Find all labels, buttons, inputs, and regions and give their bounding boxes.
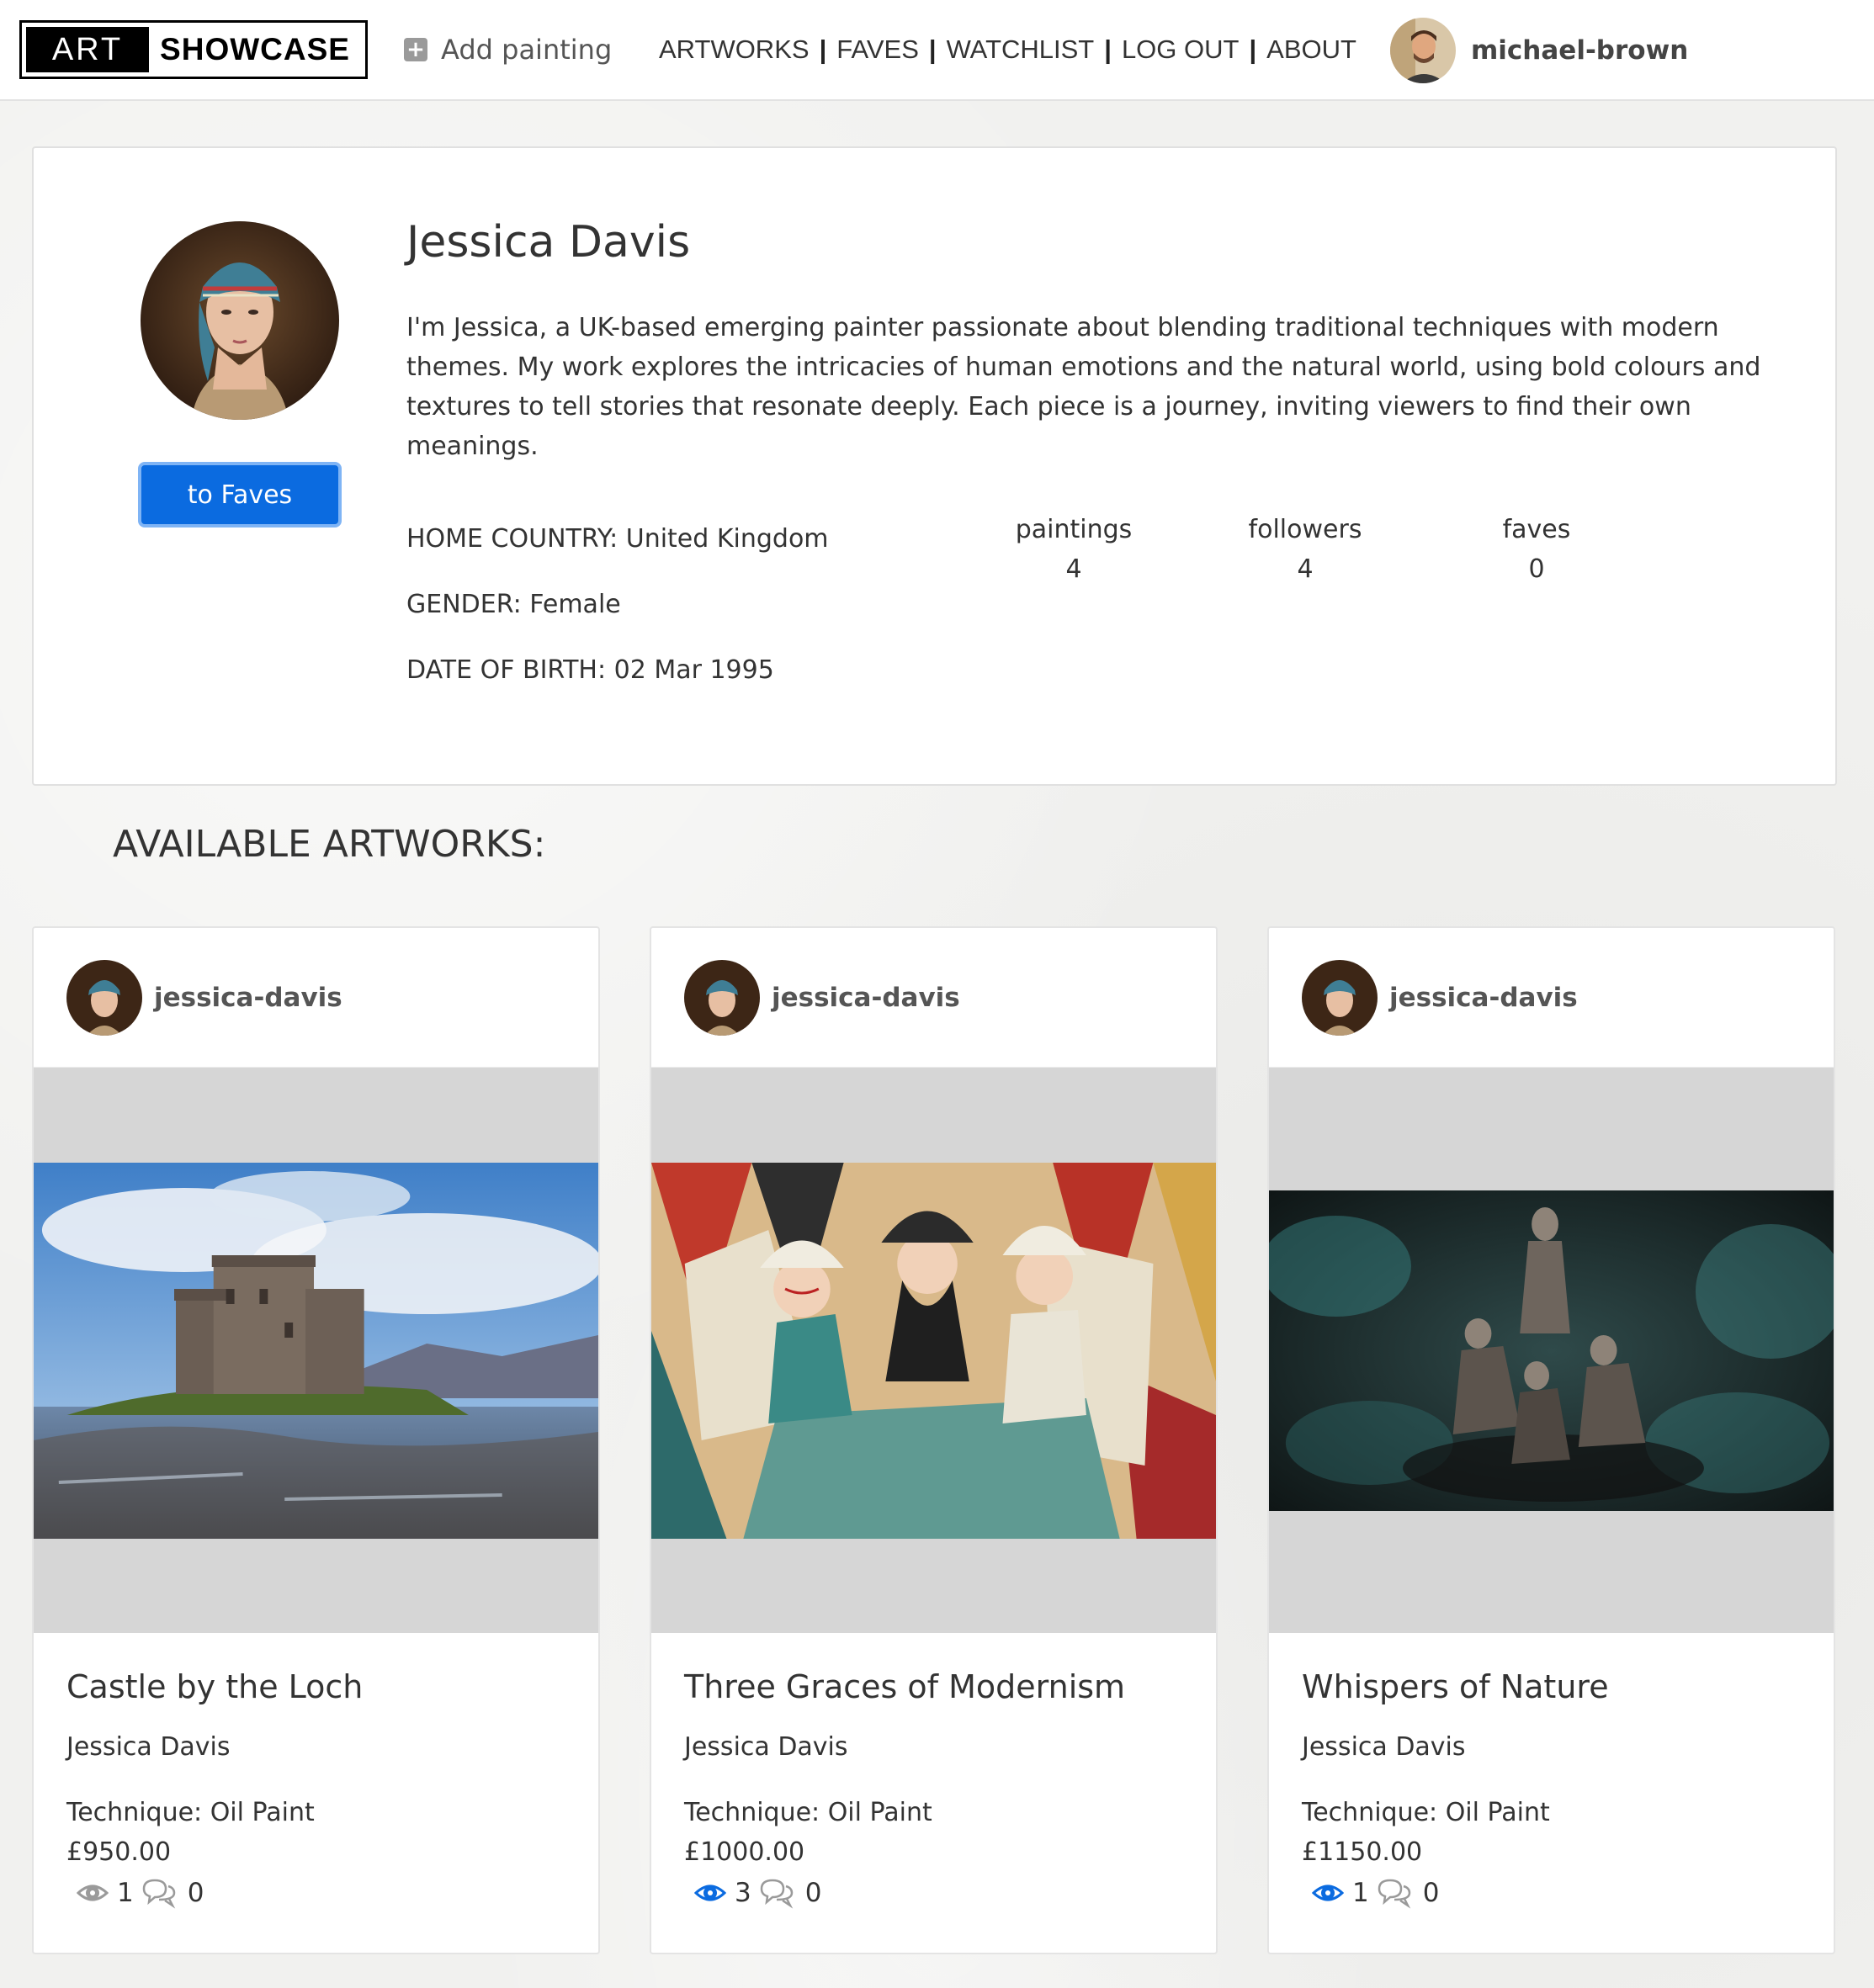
nav-links: ARTWORKS | FAVES | WATCHLIST | LOG OUT |… xyxy=(659,30,1356,69)
comment-icon[interactable] xyxy=(1376,1877,1413,1909)
logo-showcase-text: SHOWCASE xyxy=(160,32,350,66)
comment-icon[interactable] xyxy=(758,1877,795,1909)
eye-icon[interactable] xyxy=(77,1877,109,1909)
artwork-stats: 3 0 xyxy=(694,1877,821,1909)
nav-separator: | xyxy=(928,34,937,64)
comment-icon[interactable] xyxy=(141,1877,178,1909)
stat-value: 0 xyxy=(1528,554,1545,584)
artist-avatar[interactable] xyxy=(1302,959,1378,1036)
artist-username[interactable]: jessica-davis xyxy=(772,983,960,1013)
stat-value: 4 xyxy=(1065,554,1082,584)
stat-paintings: paintings 4 xyxy=(990,510,1158,589)
site-logo[interactable]: ART SHOWCASE xyxy=(19,20,368,79)
nav-watchlist[interactable]: WATCHLIST xyxy=(947,34,1095,65)
nav-about[interactable]: ABOUT xyxy=(1266,34,1356,65)
view-count: 1 xyxy=(1352,1878,1369,1908)
card-header: jessica-davis xyxy=(651,928,1216,1068)
artwork-image-frame xyxy=(1269,1068,1834,1633)
stat-value: 4 xyxy=(1297,554,1314,584)
artwork-image[interactable] xyxy=(34,1163,598,1539)
artwork-artist: Jessica Davis xyxy=(1302,1732,1466,1762)
artist-username[interactable]: jessica-davis xyxy=(1389,983,1578,1013)
artwork-title[interactable]: Castle by the Loch xyxy=(66,1668,363,1705)
navbar: ART SHOWCASE + Add painting ARTWORKS | F… xyxy=(0,0,1874,101)
eye-icon[interactable] xyxy=(694,1877,726,1909)
logo-art-text: ART xyxy=(26,27,149,72)
profile-bio: I'm Jessica, a UK-based emerging painter… xyxy=(406,313,1761,461)
stat-faves: faves 0 xyxy=(1452,510,1621,589)
artwork-artist: Jessica Davis xyxy=(684,1732,848,1762)
artwork-image-frame xyxy=(34,1068,598,1633)
stat-followers: followers 4 xyxy=(1221,510,1389,589)
date-of-birth: DATE OF BIRTH: 02 Mar 1995 xyxy=(406,655,774,685)
artwork-artist: Jessica Davis xyxy=(66,1732,231,1762)
nav-logout[interactable]: LOG OUT xyxy=(1122,34,1240,65)
nav-faves[interactable]: FAVES xyxy=(836,34,919,65)
stat-label: faves xyxy=(1502,515,1571,544)
artwork-price: £1150.00 xyxy=(1302,1837,1423,1867)
artwork-stats: 1 0 xyxy=(1312,1877,1439,1909)
nav-separator: | xyxy=(1104,34,1112,64)
artwork-card[interactable]: jessica-davis Three Graces of Modernism … xyxy=(650,926,1218,1954)
nav-separator: | xyxy=(1249,34,1257,64)
profile-name: Jessica Davis xyxy=(406,217,691,268)
stat-label: paintings xyxy=(1015,515,1133,544)
artwork-card[interactable]: jessica-davis Castle by the Loch Jessica… xyxy=(32,926,600,1954)
user-avatar xyxy=(1390,18,1456,83)
gender: GENDER: Female xyxy=(406,590,621,619)
nav-separator: | xyxy=(819,34,827,64)
username: michael-brown xyxy=(1471,35,1689,66)
nav-artworks[interactable]: ARTWORKS xyxy=(659,34,810,65)
add-painting-link[interactable]: + Add painting xyxy=(404,30,612,69)
artwork-technique: Technique: Oil Paint xyxy=(684,1798,932,1827)
plus-icon: + xyxy=(404,38,427,61)
home-country: HOME COUNTRY: United Kingdom xyxy=(406,524,829,554)
artist-username[interactable]: jessica-davis xyxy=(154,983,342,1013)
artwork-image-frame xyxy=(651,1068,1216,1633)
card-header: jessica-davis xyxy=(34,928,598,1068)
section-title: AVAILABLE ARTWORKS: xyxy=(113,823,546,866)
eye-icon[interactable] xyxy=(1312,1877,1344,1909)
artwork-card[interactable]: jessica-davis Whispers of Nature Jessica… xyxy=(1267,926,1835,1954)
comment-count: 0 xyxy=(187,1878,204,1908)
artwork-title[interactable]: Three Graces of Modernism xyxy=(684,1668,1125,1705)
artwork-technique: Technique: Oil Paint xyxy=(1302,1798,1550,1827)
comment-count: 0 xyxy=(804,1878,822,1908)
artwork-image[interactable] xyxy=(1269,1190,1834,1511)
artwork-image[interactable] xyxy=(651,1163,1216,1539)
profile-avatar xyxy=(141,221,339,420)
artist-avatar[interactable] xyxy=(66,959,142,1036)
stat-label: followers xyxy=(1248,515,1362,544)
artwork-stats: 1 0 xyxy=(77,1877,204,1909)
user-menu[interactable]: michael-brown xyxy=(1390,17,1688,84)
artwork-price: £950.00 xyxy=(66,1837,172,1867)
comment-count: 0 xyxy=(1422,1878,1440,1908)
artwork-price: £1000.00 xyxy=(684,1837,805,1867)
profile-card: to Faves Jessica Davis I'm Jessica, a UK… xyxy=(32,146,1837,786)
add-painting-label: Add painting xyxy=(441,34,613,66)
to-faves-button[interactable]: to Faves xyxy=(138,462,342,527)
artist-avatar[interactable] xyxy=(684,959,760,1036)
view-count: 1 xyxy=(117,1878,134,1908)
card-header: jessica-davis xyxy=(1269,928,1834,1068)
artwork-title[interactable]: Whispers of Nature xyxy=(1302,1668,1609,1705)
artwork-technique: Technique: Oil Paint xyxy=(66,1798,315,1827)
view-count: 3 xyxy=(735,1878,751,1908)
